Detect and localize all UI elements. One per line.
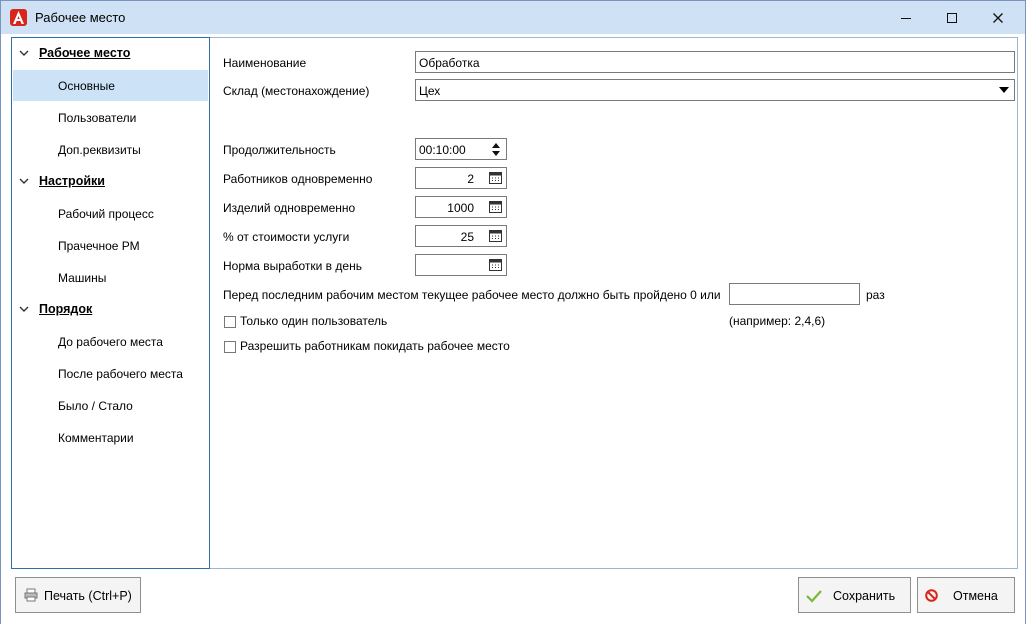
tree-item-label: Рабочий процесс <box>58 207 154 221</box>
percent-label: % от стоимости услуги <box>223 230 350 244</box>
checkmark-icon <box>806 590 822 603</box>
warehouse-value: Цех <box>419 84 441 98</box>
tree-group-settings[interactable]: Настройки <box>12 166 209 196</box>
calculator-icon[interactable] <box>489 259 502 271</box>
navigation-tree: Рабочее место Основные Пользователи Доп.… <box>11 37 210 569</box>
tree-item-label: Основные <box>58 79 115 93</box>
workers-input[interactable]: 2 <box>415 167 507 189</box>
spinner-arrows-icon[interactable] <box>492 142 500 157</box>
tree-item-laundry-workplace[interactable]: Прачечное РМ <box>13 230 208 261</box>
workers-label: Работников одновременно <box>223 172 373 186</box>
print-button-label: Печать (Ctrl+P) <box>44 589 132 603</box>
tree-item-label: Машины <box>58 271 107 285</box>
window-title: Рабочее место <box>35 10 126 25</box>
tree-group-label: Рабочее место <box>39 46 131 60</box>
tree-group-label: Настройки <box>39 174 105 188</box>
cancel-icon <box>925 589 938 602</box>
workplace-window: Рабочее место Рабочее место Основные Пол… <box>0 0 1026 625</box>
calculator-icon[interactable] <box>489 201 502 213</box>
name-value: Обработка <box>419 56 480 70</box>
tree-item-label: Комментарии <box>58 431 134 445</box>
workers-value: 2 <box>467 172 474 186</box>
tree-item-extra-attributes[interactable]: Доп.реквизиты <box>13 134 208 165</box>
tree-item-label: До рабочего места <box>58 335 163 349</box>
norm-input[interactable] <box>415 254 507 276</box>
minimize-icon <box>901 17 911 19</box>
chevron-down-icon <box>19 50 29 56</box>
minimize-button[interactable] <box>883 1 929 34</box>
tree-item-label: Доп.реквизиты <box>58 143 141 157</box>
tree-item-general[interactable]: Основные <box>13 70 208 101</box>
tree-group-workplace[interactable]: Рабочее место <box>12 38 209 68</box>
times-label: раз <box>866 288 885 302</box>
allow-leave-label[interactable]: Разрешить работникам покидать рабочее ме… <box>240 339 510 353</box>
example-hint: (например: 2,4,6) <box>729 314 826 328</box>
tree-item-label: Прачечное РМ <box>58 239 140 253</box>
name-input[interactable]: Обработка <box>415 51 1015 73</box>
percent-input[interactable]: 25 <box>415 225 507 247</box>
tree-item-label: После рабочего места <box>58 367 183 381</box>
only-one-user-checkbox[interactable] <box>224 316 236 328</box>
save-button-label: Сохранить <box>833 589 896 603</box>
footer-bar: Печать (Ctrl+P) Сохранить Отмена <box>1 570 1025 625</box>
only-one-user-label[interactable]: Только один пользователь <box>240 314 387 328</box>
maximize-button[interactable] <box>929 1 975 34</box>
chevron-down-icon <box>19 178 29 184</box>
items-input[interactable]: 1000 <box>415 196 507 218</box>
app-logo-icon <box>10 9 27 26</box>
tree-group-order[interactable]: Порядок <box>12 294 209 324</box>
warehouse-label: Склад (местонахождение) <box>223 84 370 98</box>
tree-item-users[interactable]: Пользователи <box>13 102 208 133</box>
before-last-input[interactable] <box>729 283 860 305</box>
duration-value: 00:10:00 <box>419 143 466 157</box>
allow-leave-checkbox[interactable] <box>224 341 236 353</box>
cancel-button-label: Отмена <box>953 589 998 603</box>
tree-item-label: Пользователи <box>58 111 137 125</box>
duration-spinner[interactable]: 00:10:00 <box>415 138 507 160</box>
cancel-button[interactable]: Отмена <box>917 577 1015 613</box>
save-button[interactable]: Сохранить <box>798 577 911 613</box>
norm-label: Норма выработки в день <box>223 259 362 273</box>
maximize-icon <box>947 12 957 23</box>
printer-icon <box>24 588 38 602</box>
before-last-label: Перед последним рабочим местом текущее р… <box>223 288 721 302</box>
tree-item-before-workplace[interactable]: До рабочего места <box>13 326 208 357</box>
tree-item-comments[interactable]: Комментарии <box>13 422 208 453</box>
tree-item-before-after[interactable]: Было / Стало <box>13 390 208 421</box>
calculator-icon[interactable] <box>489 230 502 242</box>
tree-item-workflow[interactable]: Рабочий процесс <box>13 198 208 229</box>
chevron-down-icon <box>19 306 29 312</box>
close-button[interactable] <box>975 1 1021 34</box>
tree-item-machines[interactable]: Машины <box>13 262 208 293</box>
percent-value: 25 <box>460 230 474 244</box>
print-button[interactable]: Печать (Ctrl+P) <box>15 577 141 613</box>
warehouse-select[interactable]: Цех <box>415 79 1015 101</box>
name-label: Наименование <box>223 56 307 70</box>
calculator-icon[interactable] <box>489 172 502 184</box>
duration-label: Продолжительность <box>223 143 336 157</box>
tree-item-after-workplace[interactable]: После рабочего места <box>13 358 208 389</box>
tree-group-label: Порядок <box>39 302 93 316</box>
dropdown-arrow-icon <box>999 87 1009 93</box>
form-panel: Наименование Обработка Склад (местонахож… <box>210 37 1018 569</box>
close-icon <box>993 12 1003 23</box>
title-bar: Рабочее место <box>1 1 1025 34</box>
tree-item-label: Было / Стало <box>58 399 133 413</box>
items-value: 1000 <box>447 201 474 215</box>
items-label: Изделий одновременно <box>223 201 356 215</box>
